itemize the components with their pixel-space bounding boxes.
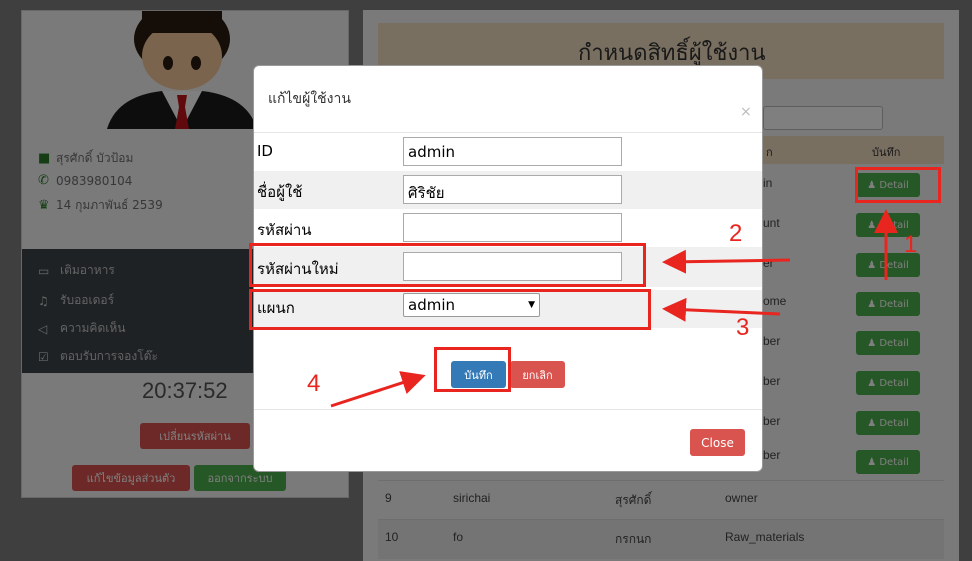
arrow-2 <box>662 249 791 274</box>
annotation-arrows <box>330 209 898 408</box>
arrow-3 <box>662 297 781 322</box>
arrow-4 <box>330 371 426 408</box>
